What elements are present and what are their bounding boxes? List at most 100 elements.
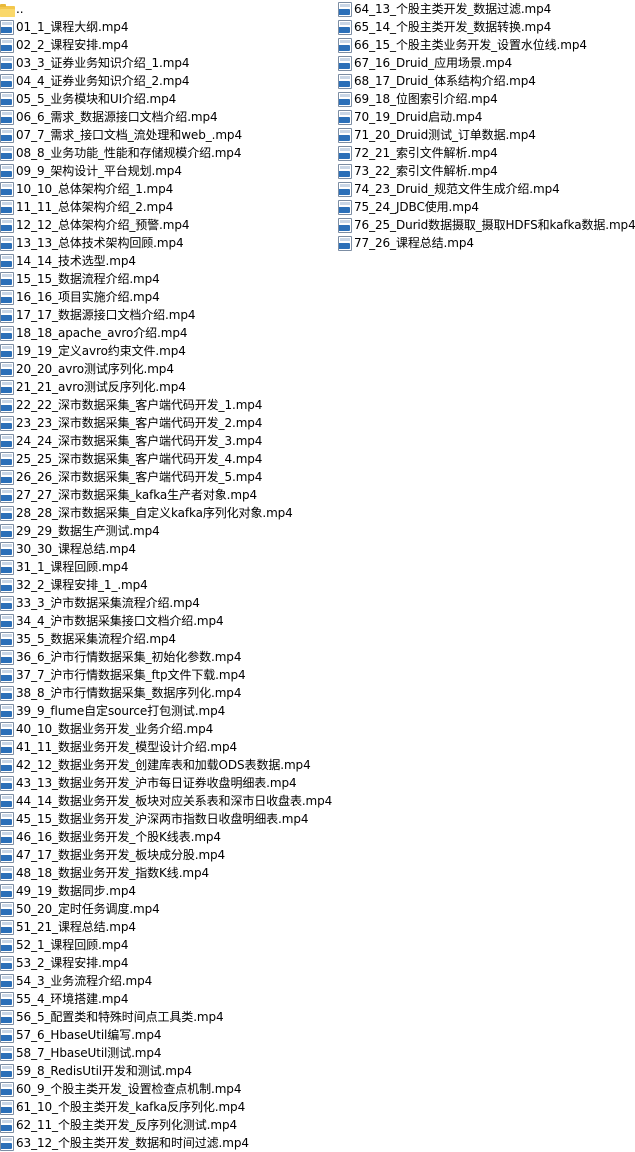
file-name: 49_19_数据同步.mp4 [16,884,136,898]
file-item[interactable]: 29_29_数据生产测试.mp4 [0,522,332,540]
mp4-file-icon [0,397,14,413]
file-item[interactable]: 33_3_沪市数据采集流程介绍.mp4 [0,594,332,612]
file-item[interactable]: 62_11_个股主类开发_反序列化测试.mp4 [0,1116,332,1134]
mp4-file-icon [0,217,14,233]
file-item[interactable]: 42_12_数据业务开发_创建库表和加载ODS表数据.mp4 [0,756,332,774]
file-item[interactable]: 76_25_Durid数据摄取_摄取HDFS和kafka数据.mp4 [338,216,635,234]
file-item[interactable]: 34_4_沪市数据采集接口文档介绍.mp4 [0,612,332,630]
file-item[interactable]: 05_5_业务模块和UI介绍.mp4 [0,90,332,108]
mp4-file-icon [338,145,352,161]
file-item[interactable]: 18_18_apache_avro介绍.mp4 [0,324,332,342]
file-item[interactable]: 16_16_项目实施介绍.mp4 [0,288,332,306]
file-item[interactable]: 31_1_课程回顾.mp4 [0,558,332,576]
mp4-file-icon [0,253,14,269]
file-item[interactable]: 32_2_课程安排_1_.mp4 [0,576,332,594]
file-item[interactable]: 26_26_深市数据采集_客户端代码开发_5.mp4 [0,468,332,486]
file-item[interactable]: 15_15_数据流程介绍.mp4 [0,270,332,288]
mp4-file-icon [338,217,352,233]
file-item[interactable]: 63_12_个股主类开发_数据和时间过滤.mp4 [0,1134,332,1152]
file-item[interactable]: 65_14_个股主类开发_数据转换.mp4 [338,18,635,36]
file-name: 76_25_Durid数据摄取_摄取HDFS和kafka数据.mp4 [354,218,635,232]
file-item[interactable]: 01_1_课程大纲.mp4 [0,18,332,36]
mp4-file-icon [0,1045,14,1061]
file-item[interactable]: 11_11_总体架构介绍_2.mp4 [0,198,332,216]
file-item[interactable]: 07_7_需求_接口文档_流处理和web_.mp4 [0,126,332,144]
file-item[interactable]: 12_12_总体架构介绍_预警.mp4 [0,216,332,234]
file-item[interactable]: 73_22_索引文件解析.mp4 [338,162,635,180]
file-item[interactable]: 39_9_flume自定source打包测试.mp4 [0,702,332,720]
mp4-file-icon [338,73,352,89]
file-item[interactable]: 60_9_个股主类开发_设置检查点机制.mp4 [0,1080,332,1098]
file-item[interactable]: 55_4_环境搭建.mp4 [0,990,332,1008]
file-item[interactable]: 48_18_数据业务开发_指数K线.mp4 [0,864,332,882]
file-item[interactable]: 51_21_课程总结.mp4 [0,918,332,936]
file-item[interactable]: 22_22_深市数据采集_客户端代码开发_1.mp4 [0,396,332,414]
file-item[interactable]: 23_23_深市数据采集_客户端代码开发_2.mp4 [0,414,332,432]
file-item[interactable]: 68_17_Druid_体系结构介绍.mp4 [338,72,635,90]
file-item[interactable]: 77_26_课程总结.mp4 [338,234,635,252]
file-item[interactable]: 70_19_Druid启动.mp4 [338,108,635,126]
file-item[interactable]: 72_21_索引文件解析.mp4 [338,144,635,162]
mp4-file-icon [0,181,14,197]
file-item[interactable]: 20_20_avro测试序列化.mp4 [0,360,332,378]
file-item[interactable]: 49_19_数据同步.mp4 [0,882,332,900]
file-item[interactable]: 02_2_课程安排.mp4 [0,36,332,54]
file-name: 75_24_JDBC使用.mp4 [354,200,479,214]
file-item[interactable]: 71_20_Druid测试_订单数据.mp4 [338,126,635,144]
file-name: 63_12_个股主类开发_数据和时间过滤.mp4 [16,1136,249,1150]
file-item[interactable]: 03_3_证券业务知识介绍_1.mp4 [0,54,332,72]
file-item[interactable]: 19_19_定义avro约束文件.mp4 [0,342,332,360]
file-item[interactable]: 28_28_深市数据采集_自定义kafka序列化对象.mp4 [0,504,332,522]
file-item[interactable]: 67_16_Druid_应用场景.mp4 [338,54,635,72]
file-item[interactable]: 69_18_位图索引介绍.mp4 [338,90,635,108]
file-item[interactable]: 38_8_沪市行情数据采集_数据序列化.mp4 [0,684,332,702]
mp4-file-icon [0,739,14,755]
file-item[interactable]: 54_3_业务流程介绍.mp4 [0,972,332,990]
file-item[interactable]: 25_25_深市数据采集_客户端代码开发_4.mp4 [0,450,332,468]
file-name: 13_13_总体技术架构回顾.mp4 [16,236,184,250]
file-item[interactable]: 30_30_课程总结.mp4 [0,540,332,558]
mp4-file-icon [0,415,14,431]
file-item[interactable]: 61_10_个股主类开发_kafka反序列化.mp4 [0,1098,332,1116]
file-item[interactable]: 10_10_总体架构介绍_1.mp4 [0,180,332,198]
file-item[interactable]: 08_8_业务功能_性能和存储规模介绍.mp4 [0,144,332,162]
file-name: 40_10_数据业务开发_业务介绍.mp4 [16,722,214,736]
file-item[interactable]: 50_20_定时任务调度.mp4 [0,900,332,918]
file-item[interactable]: 46_16_数据业务开发_个股K线表.mp4 [0,828,332,846]
file-name: 48_18_数据业务开发_指数K线.mp4 [16,866,210,880]
file-item[interactable]: 44_14_数据业务开发_板块对应关系表和深市日收盘表.mp4 [0,792,332,810]
file-item[interactable]: 58_7_HbaseUtil测试.mp4 [0,1044,332,1062]
file-item[interactable]: 45_15_数据业务开发_沪深两市指数日收盘明细表.mp4 [0,810,332,828]
file-item[interactable]: 47_17_数据业务开发_板块成分股.mp4 [0,846,332,864]
file-name: 03_3_证券业务知识介绍_1.mp4 [16,56,190,70]
file-item[interactable]: 53_2_课程安排.mp4 [0,954,332,972]
file-item[interactable]: 74_23_Druid_规范文件生成介绍.mp4 [338,180,635,198]
file-item[interactable]: 17_17_数据源接口文档介绍.mp4 [0,306,332,324]
mp4-file-icon [0,1027,14,1043]
file-item[interactable]: 14_14_技术选型.mp4 [0,252,332,270]
file-item[interactable]: 09_9_架构设计_平台规划.mp4 [0,162,332,180]
file-item[interactable]: 06_6_需求_数据源接口文档介绍.mp4 [0,108,332,126]
file-item[interactable]: 35_5_数据采集流程介绍.mp4 [0,630,332,648]
file-item[interactable]: 27_27_深市数据采集_kafka生产者对象.mp4 [0,486,332,504]
file-item[interactable]: 52_1_课程回顾.mp4 [0,936,332,954]
mp4-file-icon [0,541,14,557]
file-item[interactable]: 41_11_数据业务开发_模型设计介绍.mp4 [0,738,332,756]
file-item[interactable]: 36_6_沪市行情数据采集_初始化参数.mp4 [0,648,332,666]
file-item[interactable]: 21_21_avro测试反序列化.mp4 [0,378,332,396]
file-name: 44_14_数据业务开发_板块对应关系表和深市日收盘表.mp4 [16,794,333,808]
file-item[interactable]: 43_13_数据业务开发_沪市每日证券收盘明细表.mp4 [0,774,332,792]
parent-folder-item[interactable]: .. [0,0,332,18]
file-item[interactable]: 59_8_RedisUtil开发和测试.mp4 [0,1062,332,1080]
file-item[interactable]: 13_13_总体技术架构回顾.mp4 [0,234,332,252]
file-item[interactable]: 40_10_数据业务开发_业务介绍.mp4 [0,720,332,738]
file-item[interactable]: 75_24_JDBC使用.mp4 [338,198,635,216]
file-item[interactable]: 37_7_沪市行情数据采集_ftp文件下载.mp4 [0,666,332,684]
file-item[interactable]: 66_15_个股主类业务开发_设置水位线.mp4 [338,36,635,54]
file-item[interactable]: 56_5_配置类和特殊时间点工具类.mp4 [0,1008,332,1026]
file-item[interactable]: 64_13_个股主类开发_数据过滤.mp4 [338,0,635,18]
file-item[interactable]: 57_6_HbaseUtil编写.mp4 [0,1026,332,1044]
mp4-file-icon [0,757,14,773]
file-item[interactable]: 04_4_证券业务知识介绍_2.mp4 [0,72,332,90]
file-item[interactable]: 24_24_深市数据采集_客户端代码开发_3.mp4 [0,432,332,450]
